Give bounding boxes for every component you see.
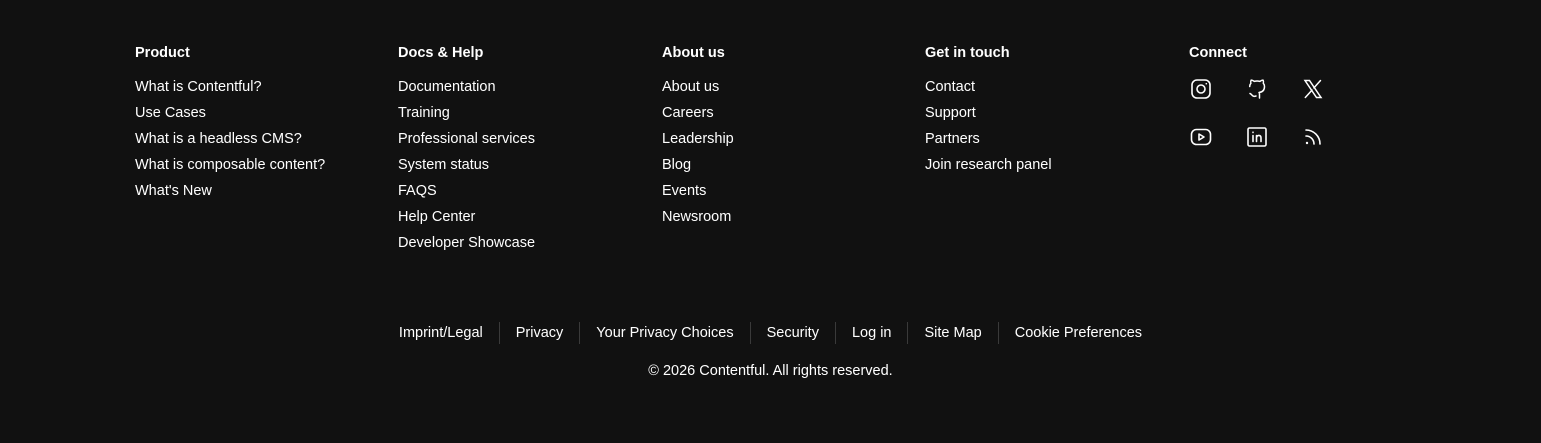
column-title-contact: Get in touch [925,45,1010,61]
footer-column-product: Product What is Contentful? Use Cases Wh… [135,44,325,208]
product-links: What is Contentful? Use Cases What is a … [135,78,325,208]
link-site-map[interactable]: Site Map [908,322,997,344]
copyright-text: © 2026 Contentful. All rights reserved. [648,363,893,379]
link-privacy-choices[interactable]: Your Privacy Choices [580,322,749,344]
link-support[interactable]: Support [925,104,1052,130]
link-system-status[interactable]: System status [398,156,535,182]
link-use-cases[interactable]: Use Cases [135,104,325,130]
footer-column-docs: Docs & Help Documentation Training Profe… [398,44,535,260]
linkedin-icon[interactable] [1245,125,1269,149]
docs-links: Documentation Training Professional serv… [398,78,535,260]
youtube-icon[interactable] [1189,125,1213,149]
site-footer: Product What is Contentful? Use Cases Wh… [0,0,1541,443]
link-security[interactable]: Security [751,322,835,344]
column-title-product: Product [135,45,190,61]
github-icon[interactable] [1245,77,1269,101]
link-headless-cms[interactable]: What is a headless CMS? [135,130,325,156]
link-cookie-preferences[interactable]: Cookie Preferences [999,322,1158,344]
link-log-in[interactable]: Log in [836,322,908,344]
link-newsroom[interactable]: Newsroom [662,208,734,234]
link-privacy[interactable]: Privacy [500,322,580,344]
link-leadership[interactable]: Leadership [662,130,734,156]
legal-links: Imprint/Legal Privacy Your Privacy Choic… [0,322,1541,344]
link-documentation[interactable]: Documentation [398,78,535,104]
column-title-docs: Docs & Help [398,45,484,61]
x-icon[interactable] [1301,77,1325,101]
link-what-is-contentful[interactable]: What is Contentful? [135,78,325,104]
footer-column-about: About us About us Careers Leadership Blo… [662,44,734,234]
column-title-about: About us [662,45,725,61]
link-whats-new[interactable]: What's New [135,182,325,208]
link-faqs[interactable]: FAQS [398,182,535,208]
link-composable-content[interactable]: What is composable content? [135,156,325,182]
link-about-us[interactable]: About us [662,78,734,104]
contact-links: Contact Support Partners Join research p… [925,78,1052,182]
link-training[interactable]: Training [398,104,535,130]
rss-icon[interactable] [1301,125,1325,149]
link-professional-services[interactable]: Professional services [398,130,535,156]
link-blog[interactable]: Blog [662,156,734,182]
link-careers[interactable]: Careers [662,104,734,130]
social-links [1189,77,1325,149]
footer-column-connect: Connect [1189,44,1325,149]
link-events[interactable]: Events [662,182,734,208]
instagram-icon[interactable] [1189,77,1213,101]
link-imprint-legal[interactable]: Imprint/Legal [383,322,499,344]
link-developer-showcase[interactable]: Developer Showcase [398,234,535,260]
link-contact[interactable]: Contact [925,78,1052,104]
link-help-center[interactable]: Help Center [398,208,535,234]
column-title-connect: Connect [1189,45,1247,61]
link-partners[interactable]: Partners [925,130,1052,156]
about-links: About us Careers Leadership Blog Events … [662,78,734,234]
link-join-research-panel[interactable]: Join research panel [925,156,1052,182]
footer-column-contact: Get in touch Contact Support Partners Jo… [925,44,1052,182]
